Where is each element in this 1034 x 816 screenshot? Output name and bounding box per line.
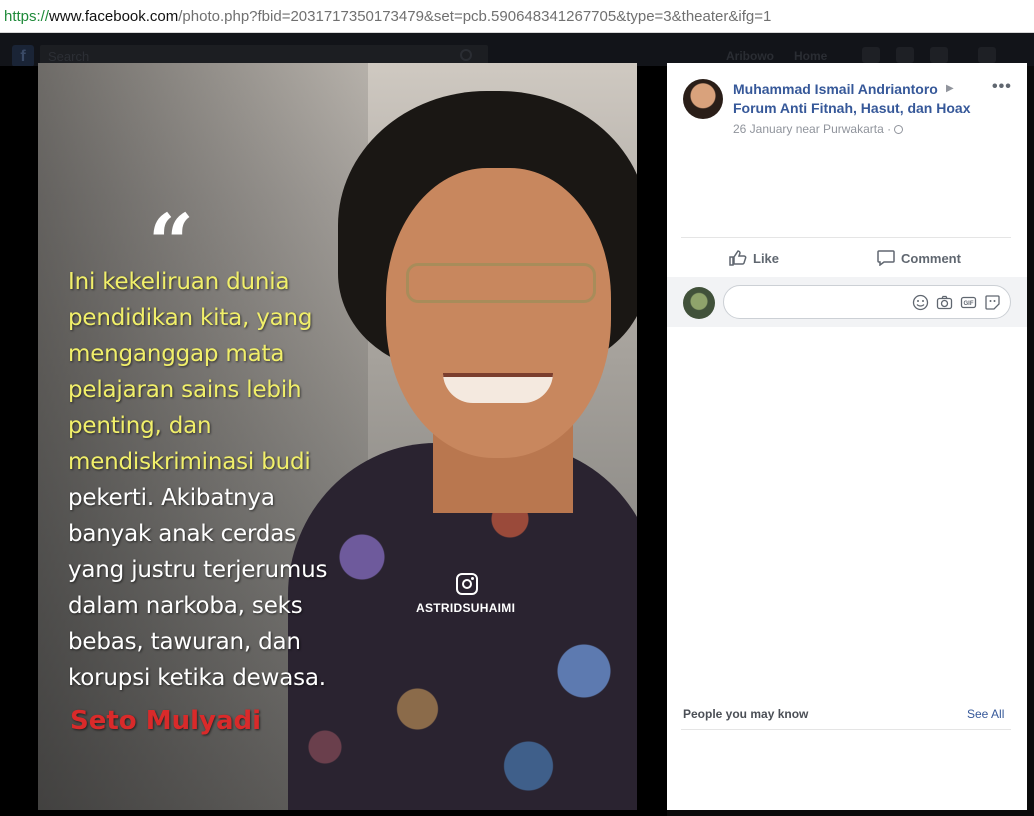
instagram-watermark: ASTRIDSUHAIMI xyxy=(416,601,516,615)
post-photo[interactable]: “ Ini kekeliruan dunia pendidikan kita, y… xyxy=(38,63,637,810)
instagram-icon xyxy=(456,573,478,595)
sticker-icon[interactable] xyxy=(984,294,1001,311)
notifications-icon[interactable] xyxy=(930,47,948,63)
author-name-link[interactable]: Muhammad Ismail Andriantoro xyxy=(733,81,938,97)
url-scheme: https:// xyxy=(4,8,50,25)
post-sidebar: Muhammad Ismail Andriantoro ▶ Forum Anti… xyxy=(667,63,1027,810)
divider xyxy=(681,237,1011,238)
more-options-button[interactable]: ••• xyxy=(992,78,1012,96)
author-avatar[interactable] xyxy=(683,79,723,119)
svg-text:GIF: GIF xyxy=(964,301,974,307)
quote-text: Ini kekeliruan dunia pendidikan kita, yan… xyxy=(68,264,388,696)
comment-field[interactable]: GIF xyxy=(723,285,1011,319)
quote-line: pendidikan kita, yang xyxy=(68,305,313,331)
divider xyxy=(681,729,1011,730)
quote-signature: Seto Mulyadi xyxy=(70,706,262,736)
quote-line: dalam narkoba, seks xyxy=(68,593,303,619)
face xyxy=(386,168,611,458)
see-all-link[interactable]: See All xyxy=(967,707,1004,721)
thumbs-up-icon xyxy=(729,250,747,266)
help-icon[interactable] xyxy=(978,47,996,63)
quote-line: Ini kekeliruan dunia xyxy=(68,269,290,295)
quote-line: korupsi ketika dewasa. xyxy=(68,665,326,691)
emoji-icon[interactable] xyxy=(912,294,929,311)
home-link[interactable]: Home xyxy=(794,49,827,63)
url-host: www.facebook.com xyxy=(49,8,179,25)
friend-requests-icon[interactable] xyxy=(862,47,880,63)
people-you-may-know-title: People you may know xyxy=(683,707,809,721)
url-path: /photo.php?fbid=2031717350173479&set=pcb… xyxy=(178,8,772,25)
globe-icon xyxy=(894,125,904,134)
camera-icon[interactable] xyxy=(936,294,953,311)
url-text[interactable]: https://www.facebook.com/photo.php?fbid=… xyxy=(4,8,771,25)
quote-line: mendiskriminasi budi xyxy=(68,449,311,475)
search-placeholder: Search xyxy=(48,49,90,64)
gif-icon[interactable]: GIF xyxy=(960,294,977,311)
quote-line: menganggap mata xyxy=(68,341,285,367)
comment-composer: GIF xyxy=(667,277,1027,327)
viewer-avatar xyxy=(683,287,715,319)
quote-line: pekerti. Akibatnya xyxy=(68,485,275,511)
post-meta: 26 January near Purwakarta · xyxy=(733,122,904,136)
search-icon[interactable] xyxy=(460,49,472,61)
glasses xyxy=(406,263,596,303)
browser-address-bar[interactable]: https://www.facebook.com/photo.php?fbid=… xyxy=(0,0,1034,33)
messages-icon[interactable] xyxy=(896,47,914,63)
smile xyxy=(443,373,553,403)
quote-line: pelajaran sains lebih xyxy=(68,377,302,403)
quote-line: penting, dan xyxy=(68,413,212,439)
facebook-top-bar: f Search Aribowo Home xyxy=(0,33,1034,67)
post-timestamp[interactable]: 26 January near Purwakarta · xyxy=(733,122,891,136)
like-button[interactable]: Like xyxy=(729,246,779,270)
comment-input[interactable] xyxy=(736,294,906,309)
facebook-logo-icon[interactable]: f xyxy=(12,45,34,67)
comment-button[interactable]: Comment xyxy=(877,246,961,270)
group-name-link[interactable]: Forum Anti Fitnah, Hasut, dan Hoax xyxy=(733,100,971,116)
quote-line: yang justru terjerumus xyxy=(68,557,328,583)
quote-line: banyak anak cerdas xyxy=(68,521,296,547)
shared-to-arrow-icon: ▶ xyxy=(946,83,954,94)
quote-line: bebas, tawuran, dan xyxy=(68,629,301,655)
comment-label: Comment xyxy=(901,250,961,266)
profile-link[interactable]: Aribowo xyxy=(726,49,774,63)
like-label: Like xyxy=(753,250,780,266)
comment-bubble-icon xyxy=(877,250,895,266)
